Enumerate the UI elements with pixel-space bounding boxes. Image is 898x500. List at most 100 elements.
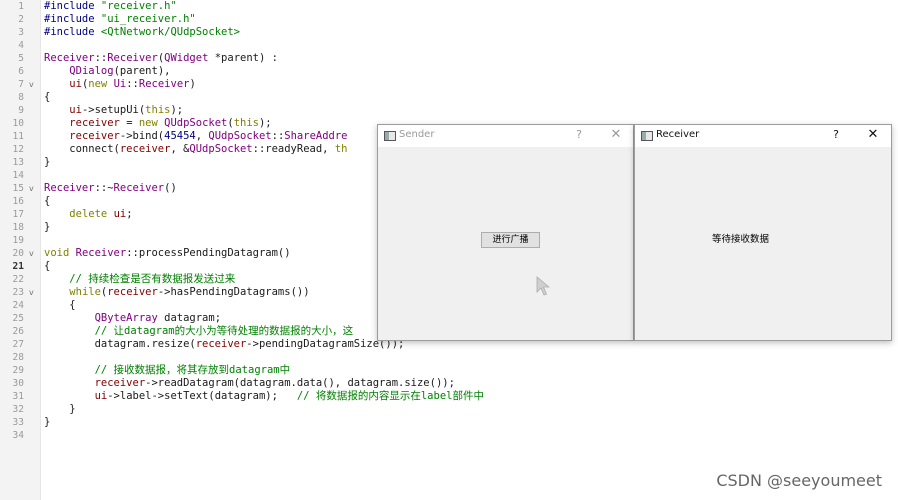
line-number: 28 bbox=[12, 352, 24, 363]
line-number: 1 bbox=[18, 1, 24, 12]
line-number: 16 bbox=[12, 196, 24, 207]
code-token: #include bbox=[44, 13, 101, 25]
code-token: () bbox=[164, 182, 177, 194]
code-token: Receiver bbox=[44, 182, 95, 194]
code-line[interactable]: 33} bbox=[0, 416, 898, 429]
code-line[interactable]: 9 ui->setupUi(this); bbox=[0, 104, 898, 117]
receiver-window[interactable]: Receiver ? ✕ 等待接收数据 bbox=[634, 124, 892, 341]
window-app-icon bbox=[641, 131, 653, 141]
line-number: 27 bbox=[12, 339, 24, 350]
code-token: receiver bbox=[107, 286, 158, 298]
line-number: 15 bbox=[12, 183, 24, 194]
code-token: this bbox=[233, 117, 259, 129]
code-token: Receiver bbox=[44, 52, 95, 64]
line-number: 9 bbox=[18, 105, 24, 116]
code-token: ->bind( bbox=[119, 130, 165, 142]
help-button[interactable]: ? bbox=[572, 128, 586, 141]
fold-toggle-icon[interactable]: v bbox=[29, 182, 34, 195]
line-number: 29 bbox=[12, 365, 24, 376]
code-line[interactable]: 6 QDialog(parent), bbox=[0, 65, 898, 78]
code-line[interactable]: 28 bbox=[0, 351, 898, 364]
code-token: { bbox=[44, 260, 51, 272]
code-token: } bbox=[44, 156, 51, 168]
code-token: #include bbox=[44, 26, 101, 38]
close-button[interactable]: ✕ bbox=[609, 127, 623, 142]
code-token: ui bbox=[94, 390, 108, 402]
line-number: 5 bbox=[18, 53, 24, 64]
broadcast-button[interactable]: 进行广播 bbox=[481, 232, 540, 248]
receiver-window-title: Receiver bbox=[656, 129, 700, 140]
code-token: QByteArray bbox=[94, 312, 158, 324]
code-token: ui bbox=[69, 78, 82, 90]
fold-toggle-icon[interactable]: v bbox=[29, 247, 34, 260]
code-text: receiver->bind(45454, QUdpSocket::ShareA… bbox=[44, 130, 348, 143]
line-number: 2 bbox=[18, 14, 24, 25]
close-button[interactable]: ✕ bbox=[866, 127, 880, 142]
code-token: ; bbox=[126, 208, 133, 220]
code-line[interactable]: 34 bbox=[0, 429, 898, 442]
code-text: #include <QtNetwork/QUdpSocket> bbox=[44, 26, 240, 39]
sender-title-bar[interactable]: Sender ? ✕ bbox=[378, 125, 633, 147]
code-token: ->readDatagram(datagram.data(), datagram… bbox=[145, 377, 455, 389]
code-token: ::readyRead, bbox=[252, 143, 335, 155]
line-number: 32 bbox=[12, 404, 24, 415]
line-number: 7 bbox=[18, 79, 24, 90]
code-line[interactable]: 1 #include "receiver.h" bbox=[0, 0, 898, 13]
line-number: 19 bbox=[12, 235, 24, 246]
code-line[interactable]: 5 Receiver::Receiver(QWidget *parent) : bbox=[0, 52, 898, 65]
code-line[interactable]: 31 ui->label->setText(datagram); // 将数据报… bbox=[0, 390, 898, 403]
code-token: datagram; bbox=[157, 312, 222, 324]
line-number: 13 bbox=[12, 157, 24, 168]
fold-toggle-icon[interactable]: v bbox=[29, 286, 34, 299]
code-token: void bbox=[44, 247, 70, 259]
code-token: QUdpSocket bbox=[189, 143, 253, 155]
code-line[interactable]: 2 #include "ui_receiver.h" bbox=[0, 13, 898, 26]
code-token: Receiver bbox=[107, 52, 158, 64]
code-token: 45454 bbox=[164, 130, 196, 142]
code-text: { bbox=[44, 91, 50, 104]
code-token: Receiver bbox=[75, 247, 127, 259]
code-token: #include bbox=[44, 0, 101, 12]
code-token: ui bbox=[69, 104, 82, 116]
line-number: 22 bbox=[12, 274, 24, 285]
code-line[interactable]: 29 // 接收数据报，将其存放到datagram中 bbox=[0, 364, 898, 377]
code-text: // 让datagram的大小为等待处理的数据报的大小，这 bbox=[44, 325, 354, 338]
code-line[interactable]: 4 bbox=[0, 39, 898, 52]
code-token: ->setupUi( bbox=[81, 104, 146, 116]
line-number: 25 bbox=[12, 313, 24, 324]
code-line[interactable]: 32 } bbox=[0, 403, 898, 416]
code-line[interactable]: 3 #include <QtNetwork/QUdpSocket> bbox=[0, 26, 898, 39]
line-number: 17 bbox=[12, 209, 24, 220]
code-token: ::processPendingDatagram() bbox=[126, 247, 291, 259]
code-text: receiver->readDatagram(datagram.data(), … bbox=[44, 377, 455, 390]
code-token: :: bbox=[126, 78, 139, 90]
sender-window-title: Sender bbox=[399, 129, 435, 140]
code-line[interactable]: 7v ui(new Ui::Receiver) bbox=[0, 78, 898, 91]
code-text: Receiver::Receiver(QWidget *parent) : bbox=[44, 52, 278, 65]
line-number: 14 bbox=[12, 170, 24, 181]
code-token: // 持续检查是否有数据报发送过来 bbox=[69, 273, 236, 285]
code-line[interactable]: 8{ bbox=[0, 91, 898, 104]
code-text: void Receiver::processPendingDatagram() bbox=[44, 247, 291, 260]
line-number: 26 bbox=[12, 326, 24, 337]
line-number: 3 bbox=[18, 27, 24, 38]
code-token: Receiver bbox=[138, 78, 190, 90]
line-number: 20 bbox=[12, 248, 24, 259]
code-token: while bbox=[69, 286, 101, 298]
code-token: ShareAddre bbox=[284, 130, 348, 142]
sender-window[interactable]: Sender ? ✕ 进行广播 bbox=[377, 124, 634, 341]
code-token: QDialog bbox=[69, 65, 114, 77]
receiver-title-bar[interactable]: Receiver ? ✕ bbox=[635, 125, 891, 147]
fold-toggle-icon[interactable]: v bbox=[29, 78, 34, 91]
code-token: ) bbox=[189, 78, 196, 90]
code-token: "receiver.h" bbox=[100, 0, 177, 12]
help-button[interactable]: ? bbox=[829, 128, 843, 141]
code-line[interactable]: 30 receiver->readDatagram(datagram.data(… bbox=[0, 377, 898, 390]
code-text: #include "receiver.h" bbox=[44, 0, 177, 13]
